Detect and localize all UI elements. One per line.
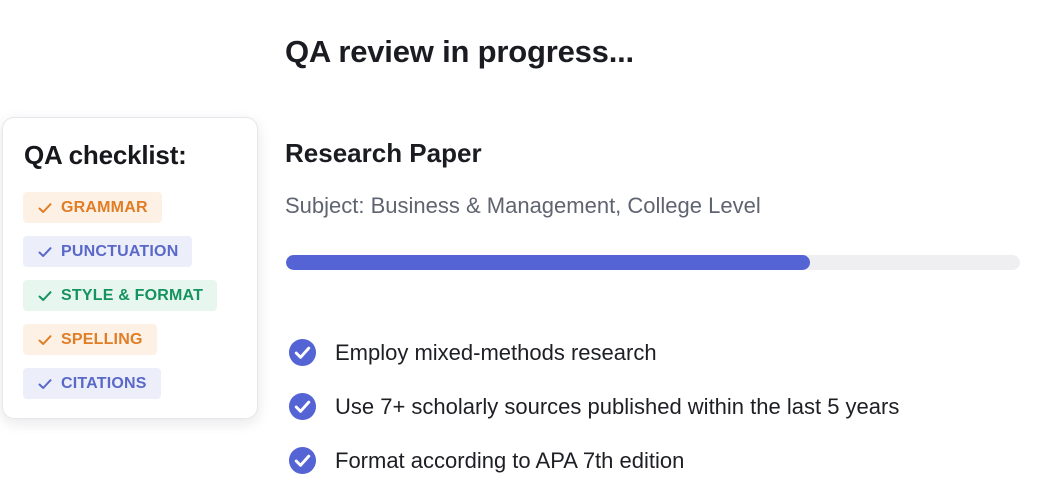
requirement-text: Employ mixed-methods research <box>335 339 657 365</box>
qa-checklist-card: QA checklist: GRAMMAR PUNCTUATION STYLE … <box>2 117 258 419</box>
requirement-text: Use 7+ scholarly sources published withi… <box>335 393 900 419</box>
checklist-tag-label: PUNCTUATION <box>61 242 179 260</box>
checklist-tag-citations: CITATIONS <box>23 368 161 399</box>
check-icon <box>38 334 52 345</box>
check-icon <box>38 378 52 389</box>
check-icon <box>38 202 52 213</box>
requirement-item: Use 7+ scholarly sources published withi… <box>288 392 899 421</box>
paper-subject: Subject: Business & Management, College … <box>285 193 761 218</box>
check-icon <box>38 290 52 301</box>
check-icon <box>38 246 52 257</box>
paper-title: Research Paper <box>285 138 482 168</box>
check-circle-icon <box>288 392 317 421</box>
check-circle-icon <box>288 446 317 475</box>
checklist-tag-label: SPELLING <box>61 330 143 348</box>
checklist-tag-spelling: SPELLING <box>23 324 157 355</box>
requirement-text: Format according to APA 7th edition <box>335 447 685 473</box>
checklist-tag-label: CITATIONS <box>61 374 147 392</box>
checklist-tag-label: STYLE & FORMAT <box>61 286 204 304</box>
review-progress-bar <box>286 255 1020 270</box>
checklist-tag-grammar: GRAMMAR <box>23 192 162 223</box>
review-progress-fill <box>286 255 811 270</box>
requirement-item: Employ mixed-methods research <box>288 338 657 367</box>
checklist-tag-style-format: STYLE & FORMAT <box>23 280 218 311</box>
requirement-item: Format according to APA 7th edition <box>288 446 684 475</box>
checklist-title: QA checklist: <box>24 140 187 170</box>
checklist-tag-label: GRAMMAR <box>61 198 148 216</box>
page-title: QA review in progress... <box>285 34 634 69</box>
check-circle-icon <box>288 338 317 367</box>
checklist-tag-punctuation: PUNCTUATION <box>23 236 193 267</box>
